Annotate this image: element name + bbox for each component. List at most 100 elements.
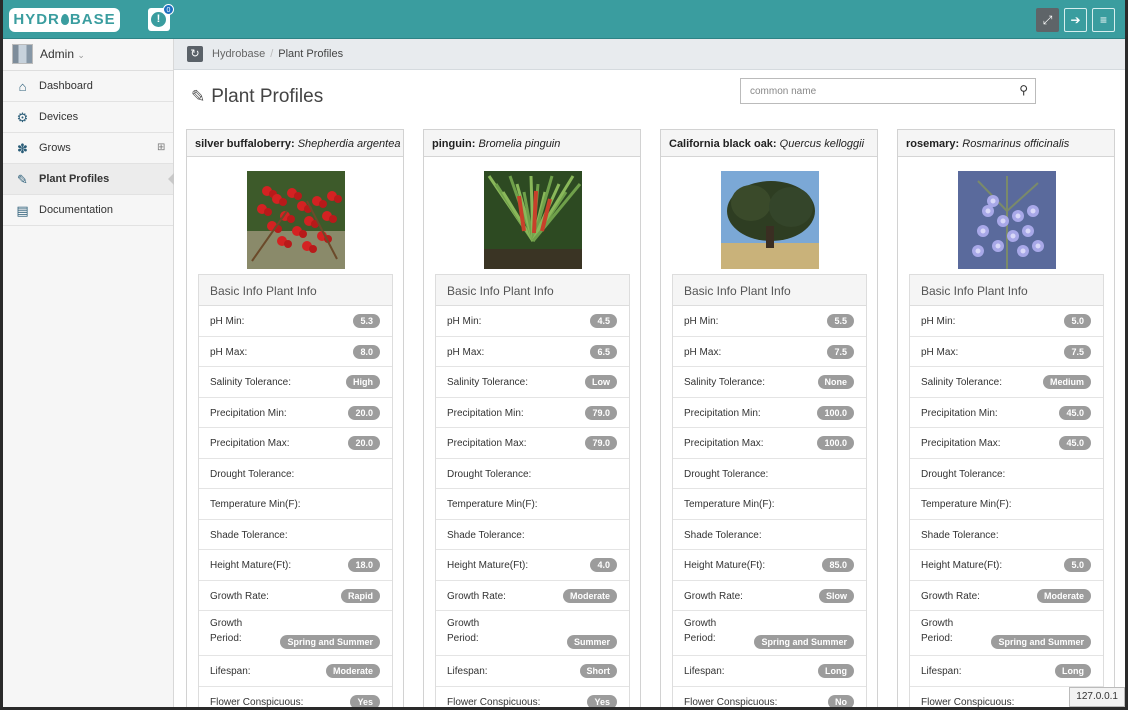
plant-scientific-name: Shepherdia argentea — [297, 138, 401, 150]
plant-info-panel: Basic Info Plant Info pH Min: 4.5 pH Max: 6… — [435, 274, 630, 707]
field-label: Precipitation Max: — [210, 438, 290, 449]
field-label: Precipitation Min: — [921, 407, 998, 419]
plant-card-header[interactable]: silver buffaloberry: Shepherdia argentea — [187, 130, 403, 157]
field-label: Precipitation Max: — [447, 438, 527, 449]
info-row-growth-period: Growth Period: Spring and Summer — [199, 611, 392, 656]
value-badge: 79.0 — [585, 436, 617, 450]
breadcrumb-root[interactable]: Hydrobase — [212, 48, 265, 60]
sidebar-item-label: Documentation — [39, 204, 113, 216]
notifications-button[interactable]: ! 0 — [148, 4, 174, 31]
value-badge: Spring and Summer — [280, 635, 380, 649]
info-row-ph-max: pH Max: 8.0 — [199, 337, 392, 367]
info-row-drought-tolerance: Drought Tolerance: — [436, 459, 629, 489]
plant-photo[interactable] — [721, 171, 819, 269]
field-label-line: Growth — [210, 618, 243, 629]
info-row-growth-rate: Growth Rate: Moderate — [436, 581, 629, 611]
field-label: Temperature Min(F): — [921, 499, 1012, 510]
info-row-drought-tolerance: Drought Tolerance: — [673, 459, 866, 489]
field-label-line: Period: — [684, 633, 716, 644]
value-badge: Moderate — [1036, 588, 1091, 603]
plant-card: California black oak: Quercus kelloggii … — [660, 129, 878, 707]
info-row-ph-min: pH Min: 4.5 — [436, 306, 629, 337]
info-row-precipitation-max: Precipitation Max: 100.0 — [673, 428, 866, 459]
search-input[interactable] — [741, 79, 1011, 103]
field-label: Salinity Tolerance: — [210, 377, 291, 388]
plant-photo[interactable] — [958, 171, 1056, 269]
plant-icon: ✽ — [17, 141, 28, 156]
sidebar-item-plant-profiles[interactable]: ✎ Plant Profiles — [3, 164, 174, 195]
plant-common-name: California black oak: — [669, 138, 777, 150]
field-label: pH Min: — [684, 316, 719, 327]
sidebar-item-devices[interactable]: ⚙ Devices — [3, 102, 173, 133]
search-icon[interactable]: ⚲ — [1019, 83, 1028, 97]
field-label: Salinity Tolerance: — [921, 377, 1002, 388]
info-row-shade-tolerance: Shade Tolerance: — [910, 520, 1103, 550]
avatar — [12, 44, 33, 64]
field-label: Shade Tolerance: — [210, 529, 288, 541]
field-label: pH Max: — [210, 346, 248, 358]
info-row-flower-conspicuous: Flower Conspicuous: No — [673, 687, 866, 707]
info-row-drought-tolerance: Drought Tolerance: — [910, 459, 1103, 489]
value-badge: 5.0 — [1064, 558, 1091, 572]
info-row-lifespan: Lifespan: Moderate — [199, 656, 392, 687]
logout-button[interactable]: ➔ — [1064, 8, 1087, 32]
menu-toggle-button[interactable]: ≡ — [1092, 8, 1115, 32]
refresh-icon[interactable]: ↻ — [187, 46, 203, 62]
page-title-text: Plant Profiles — [211, 86, 324, 107]
value-badge: 18.0 — [348, 558, 380, 572]
info-row-temperature-min: Temperature Min(F): — [436, 489, 629, 520]
field-label-line: Period: — [210, 633, 242, 644]
info-row-growth-rate: Growth Rate: Slow — [673, 581, 866, 611]
value-badge: 8.0 — [353, 344, 380, 359]
field-label: Height Mature(Ft): — [921, 560, 1003, 571]
plant-photo[interactable] — [247, 171, 345, 269]
value-badge: Spring and Summer — [991, 635, 1091, 649]
user-menu[interactable]: Admin ⌄ — [3, 39, 173, 71]
plant-scientific-name: Quercus kelloggii — [779, 138, 865, 150]
alert-icon: ! — [151, 12, 166, 27]
info-row-precipitation-min: Precipitation Min: 20.0 — [199, 398, 392, 428]
value-badge: 45.0 — [1059, 436, 1091, 450]
plant-card: pinguin: Bromelia pinguin Basic Info Pla… — [423, 129, 641, 707]
field-label: pH Min: — [921, 316, 956, 327]
fullscreen-button[interactable]: ⤢ — [1036, 8, 1059, 32]
field-label-line: Period: — [921, 633, 953, 644]
info-row-salinity-tolerance: Salinity Tolerance: Low — [436, 367, 629, 398]
expand-plus-icon[interactable]: ⊞ — [157, 142, 165, 153]
sign-out-icon: ➔ — [1070, 13, 1081, 27]
info-row-ph-max: pH Max: 7.5 — [910, 337, 1103, 367]
chevron-down-icon: ⌄ — [77, 50, 85, 60]
field-label-line: Growth — [447, 618, 480, 629]
sidebar-item-dashboard[interactable]: ⌂ Dashboard — [3, 71, 173, 102]
value-badge: 85.0 — [822, 558, 854, 572]
plant-card-header[interactable]: pinguin: Bromelia pinguin — [424, 130, 640, 157]
info-row-shade-tolerance: Shade Tolerance: — [436, 520, 629, 550]
info-row-shade-tolerance: Shade Tolerance: — [673, 520, 866, 550]
field-label: Growth Period: — [684, 616, 716, 646]
hydrobase-logo[interactable]: HYDR BASE — [9, 8, 120, 32]
sidebar-item-grows[interactable]: ✽ Grows ⊞ — [3, 133, 173, 164]
sidebar: Admin ⌄ ⌂ Dashboard ⚙ Devices ✽ Grows ⊞ … — [3, 39, 174, 707]
field-label: Temperature Min(F): — [447, 499, 538, 510]
plant-card-header[interactable]: rosemary: Rosmarinus officinalis — [898, 130, 1114, 157]
plant-info-title: Basic Info Plant Info — [673, 275, 866, 306]
active-indicator-arrow — [168, 173, 174, 185]
plant-card-header[interactable]: California black oak: Quercus kelloggii — [661, 130, 877, 157]
field-label: pH Max: — [447, 346, 485, 358]
value-badge: Low — [585, 375, 617, 389]
notification-count-badge: 0 — [163, 4, 174, 15]
plant-info-panel: Basic Info Plant Info pH Min: 5.0 pH Max: 7… — [909, 274, 1104, 707]
info-row-ph-max: pH Max: 6.5 — [436, 337, 629, 367]
hamburger-icon: ≡ — [1099, 13, 1107, 27]
plant-photo[interactable] — [484, 171, 582, 269]
page-title: ✎ Plant Profiles — [191, 86, 323, 108]
info-row-flower-conspicuous: Flower Conspicuous: Yes — [436, 687, 629, 707]
info-row-height-mature: Height Mature(Ft): 5.0 — [910, 550, 1103, 581]
plant-info-panel: Basic Info Plant Info pH Min: 5.5 pH Max: 7… — [672, 274, 867, 707]
field-label: Salinity Tolerance: — [684, 377, 765, 388]
sidebar-item-documentation[interactable]: ▤ Documentation — [3, 195, 173, 226]
field-label: pH Min: — [210, 316, 245, 327]
info-row-ph-min: pH Min: 5.3 — [199, 306, 392, 337]
field-label: Drought Tolerance: — [447, 468, 532, 480]
sidebar-item-label: Plant Profiles — [39, 173, 110, 185]
